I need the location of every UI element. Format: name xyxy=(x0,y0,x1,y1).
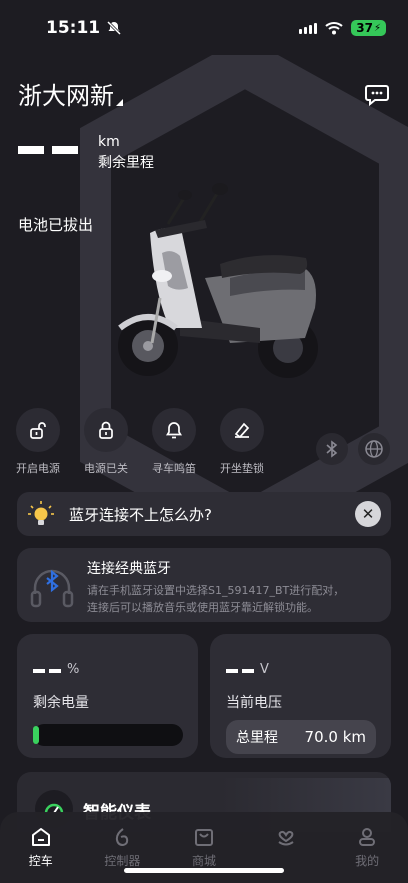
classic-bluetooth-description-line1: 请在手机蓝牙设置中选择S1_591417_BT进行配对， xyxy=(87,584,345,597)
cell-signal-icon xyxy=(299,22,318,34)
close-icon: ✕ xyxy=(361,505,375,523)
remaining-power-card[interactable]: % 剩余电量 xyxy=(17,634,198,758)
tab-profile-label: 我的 xyxy=(355,854,380,868)
profile-icon xyxy=(359,828,376,846)
find-car-horn-button[interactable]: 寻车鸣笛 xyxy=(150,408,198,476)
seat-lock-icon xyxy=(234,422,250,439)
heart-hand-icon xyxy=(277,830,294,846)
vehicle-selector[interactable]: 浙大网新 xyxy=(18,76,123,111)
power-value-placeholder xyxy=(33,669,61,673)
battery-level-text: 37 xyxy=(356,21,373,35)
lock-icon xyxy=(99,421,113,439)
tab-controller-label: 控制器 xyxy=(104,854,141,868)
voltage-unit: V xyxy=(260,662,269,677)
action-row: 开启电源 电源已关 寻车鸣笛 开坐垫锁 xyxy=(14,408,266,476)
home-indicator xyxy=(124,868,284,873)
odometer-value: 70.0 km xyxy=(304,728,366,746)
header: 浙大网新 xyxy=(18,76,390,111)
controller-icon xyxy=(116,828,129,847)
home-icon xyxy=(31,828,50,846)
voltage-label: 当前电压 xyxy=(226,695,282,711)
bluetooth-icon xyxy=(326,440,338,458)
tab-control-label: 控车 xyxy=(28,854,53,868)
close-banner-button[interactable]: ✕ xyxy=(355,501,381,527)
tab-control[interactable]: 控车 xyxy=(11,826,71,883)
range-value-placeholder xyxy=(18,146,78,154)
chat-icon[interactable] xyxy=(364,81,390,107)
bluetooth-help-banner[interactable]: 蓝牙连接不上怎么办? ✕ xyxy=(17,492,391,536)
battery-indicator: 37 ⚡ xyxy=(351,20,386,36)
classic-bluetooth-description-line2: 连接后可以播放音乐或使用蓝牙靠近解锁功能。 xyxy=(87,601,318,614)
network-toggle[interactable] xyxy=(358,433,390,465)
tab-controller[interactable]: 控制器 xyxy=(92,826,152,883)
shop-icon xyxy=(194,829,213,846)
range-unit: km xyxy=(98,134,120,150)
classic-bluetooth-card[interactable]: 连接经典蓝牙 请在手机蓝牙设置中选择S1_591417_BT进行配对， 连接后可… xyxy=(17,548,391,622)
tab-community[interactable] xyxy=(256,826,316,883)
status-time: 15:11 xyxy=(46,18,101,38)
connectivity-icons xyxy=(316,433,390,465)
power-unit: % xyxy=(67,662,80,677)
dropdown-caret-icon xyxy=(116,99,123,106)
power-off-label: 电源已关 xyxy=(84,462,128,475)
bluetooth-toggle[interactable] xyxy=(316,433,348,465)
power-level-bar xyxy=(33,724,183,746)
voltage-card[interactable]: V 当前电压 总里程 70.0 km xyxy=(210,634,391,758)
odometer-pill: 总里程 70.0 km xyxy=(226,720,376,754)
bluetooth-headphones-icon xyxy=(30,569,74,608)
status-bar: 15:11 37 ⚡ xyxy=(0,0,408,56)
globe-icon xyxy=(365,440,383,458)
mute-bell-icon xyxy=(107,20,122,36)
find-car-horn-label: 寻车鸣笛 xyxy=(152,462,196,475)
unlock-icon xyxy=(30,422,46,439)
battery-status: 电池已拔出 xyxy=(18,216,94,234)
tab-shop[interactable]: 商城 xyxy=(174,826,234,883)
power-level-fill xyxy=(33,726,39,744)
wifi-icon xyxy=(325,22,343,35)
vehicle-name: 浙大网新 xyxy=(18,82,114,110)
range-label: 剩余里程 xyxy=(98,155,154,171)
bell-icon xyxy=(165,422,183,439)
power-label: 剩余电量 xyxy=(33,695,89,711)
tab-profile[interactable]: 我的 xyxy=(337,826,397,883)
power-on-label: 开启电源 xyxy=(16,462,60,475)
voltage-value-placeholder xyxy=(226,669,254,673)
tab-shop-label: 商城 xyxy=(191,854,216,868)
power-on-button[interactable]: 开启电源 xyxy=(14,408,62,476)
lightbulb-icon xyxy=(28,501,54,525)
classic-bluetooth-title: 连接经典蓝牙 xyxy=(87,561,171,577)
bluetooth-help-text: 蓝牙连接不上怎么办? xyxy=(69,505,212,524)
seat-lock-button[interactable]: 开坐垫锁 xyxy=(218,408,266,476)
seat-lock-label: 开坐垫锁 xyxy=(220,462,264,475)
charging-bolt-icon: ⚡ xyxy=(373,22,381,34)
power-off-button[interactable]: 电源已关 xyxy=(82,408,130,476)
odometer-label: 总里程 xyxy=(236,730,278,746)
scooter-image xyxy=(118,183,318,378)
